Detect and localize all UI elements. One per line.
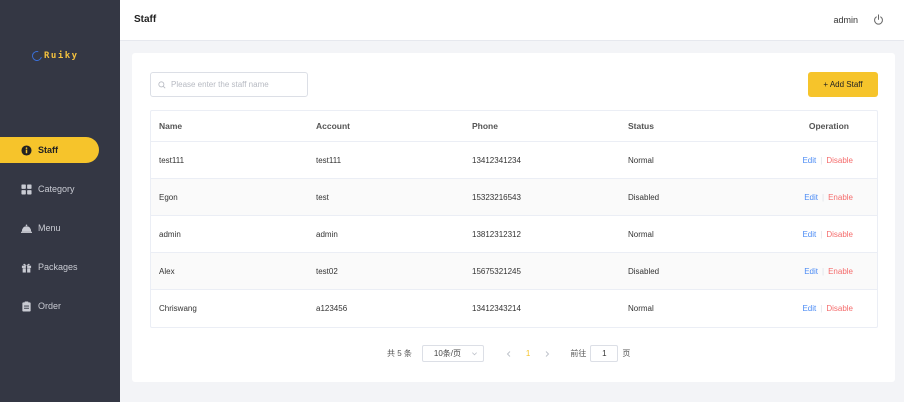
edit-link[interactable]: Edit [804,267,818,276]
cell-operation: Edit | Disable [780,304,877,313]
page-title: Staff [134,14,157,25]
search-box[interactable] [150,72,308,97]
chevron-left-icon [506,350,511,357]
cell-name: Egon [159,192,178,202]
sidebar-item-menu[interactable]: Menu [0,215,99,241]
cell-name: Alex [159,266,175,276]
sidebar-item-label: Packages [38,262,78,272]
separator: | [820,155,823,165]
top-header: Staff admin [120,0,904,41]
power-icon[interactable] [873,14,884,25]
cell-account: a123456 [316,304,348,313]
cell-phone: 13412341234 [472,155,521,165]
cell-account: test [316,192,329,202]
enable-link[interactable]: Enable [828,193,853,202]
separator: | [822,266,825,276]
disable-link[interactable]: Disable [826,156,853,165]
cell-operation: Edit | Enable [780,267,877,276]
info-circle-icon [21,144,32,156]
cell-name: test111 [159,155,185,165]
logo-mark-icon [30,49,44,63]
sidebar: Ruiky Staff Category Menu Packages Order [0,0,120,402]
pagination: 共 5 条 10条/页 1 前往 页 [387,345,630,362]
brand-name: Ruiky [44,51,79,61]
table-row: Alex test02 15675321245 Disabled Edit | En… [151,253,877,290]
search-input[interactable] [171,80,296,89]
table-row: Chriswang a123456 13412343214 Normal Edi… [151,290,877,327]
sidebar-item-packages[interactable]: Packages [0,254,99,280]
column-header-operation: Operation [808,121,849,131]
chevron-down-icon [471,352,477,356]
edit-link[interactable]: Edit [804,193,818,202]
cell-name: Chriswang [159,304,197,313]
page-number-current[interactable]: 1 [526,349,530,358]
add-staff-button[interactable]: + Add Staff [808,72,878,97]
separator: | [822,192,825,202]
sidebar-item-label: Menu [38,223,61,233]
table-row: test111 test111 13412341234 Normal Edit |… [151,142,877,179]
sidebar-item-label: Staff [38,145,58,155]
cell-phone: 13412343214 [472,304,521,313]
cell-phone: 15323216543 [472,192,521,202]
next-page-button[interactable] [540,347,554,361]
cell-account: test111 [316,155,342,165]
edit-link[interactable]: Edit [802,230,816,239]
content-card: + Add Staff Name Account Phone Status Op… [132,53,895,382]
brand-logo: Ruiky [30,49,79,63]
sidebar-item-staff[interactable]: Staff [0,137,99,163]
goto-unit: 页 [622,349,631,358]
cell-phone: 13812312312 [472,229,521,239]
table-row: Egon test 15323216543 Disabled Edit | Enab… [151,179,877,216]
enable-link[interactable]: Enable [828,267,853,276]
gift-icon [21,262,32,273]
cell-status: Disabled [628,192,660,202]
table-header-row: Name Account Phone Status Operation [151,111,877,142]
cell-name: admin [159,229,181,239]
column-header-phone: Phone [472,121,498,131]
cell-operation: Edit | Disable [780,156,877,165]
column-header-account: Account [316,121,350,131]
cell-status: Disabled [628,266,660,276]
goto-page-input[interactable] [590,345,619,362]
disable-link[interactable]: Disable [826,230,853,239]
clipboard-icon [21,300,32,312]
goto-label: 前往 [570,349,587,358]
edit-link[interactable]: Edit [802,156,816,165]
cell-operation: Edit | Disable [780,230,877,239]
search-icon [158,80,166,88]
table-row: admin admin 13812312312 Normal Edit | Disa… [151,216,877,253]
separator: | [820,304,823,313]
sidebar-item-label: Order [38,301,62,311]
grid-icon [21,183,32,195]
cell-status: Normal [628,229,654,239]
edit-link[interactable]: Edit [802,304,816,313]
chevron-right-icon [546,350,550,357]
staff-table: Name Account Phone Status Operation test… [150,110,878,328]
cell-phone: 15675321245 [472,266,521,276]
cell-account: test02 [316,266,338,276]
cell-status: Normal [628,155,654,165]
cell-status: Normal [628,304,654,313]
current-user[interactable]: admin [833,15,858,25]
separator: | [820,229,823,239]
cloche-icon [21,223,32,234]
column-header-name: Name [159,121,183,131]
sidebar-item-order[interactable]: Order [0,293,99,319]
sidebar-item-category[interactable]: Category [0,176,99,202]
column-header-status: Status [628,121,654,131]
prev-page-button[interactable] [502,347,516,361]
sidebar-item-label: Category [38,184,75,194]
page-size-value: 10条/页 [433,349,462,358]
page-size-select[interactable]: 10条/页 [421,345,484,362]
cell-operation: Edit | Enable [780,193,877,202]
disable-link[interactable]: Disable [826,304,853,313]
cell-account: admin [316,229,338,239]
pagination-total: 共 5 条 [387,349,412,358]
